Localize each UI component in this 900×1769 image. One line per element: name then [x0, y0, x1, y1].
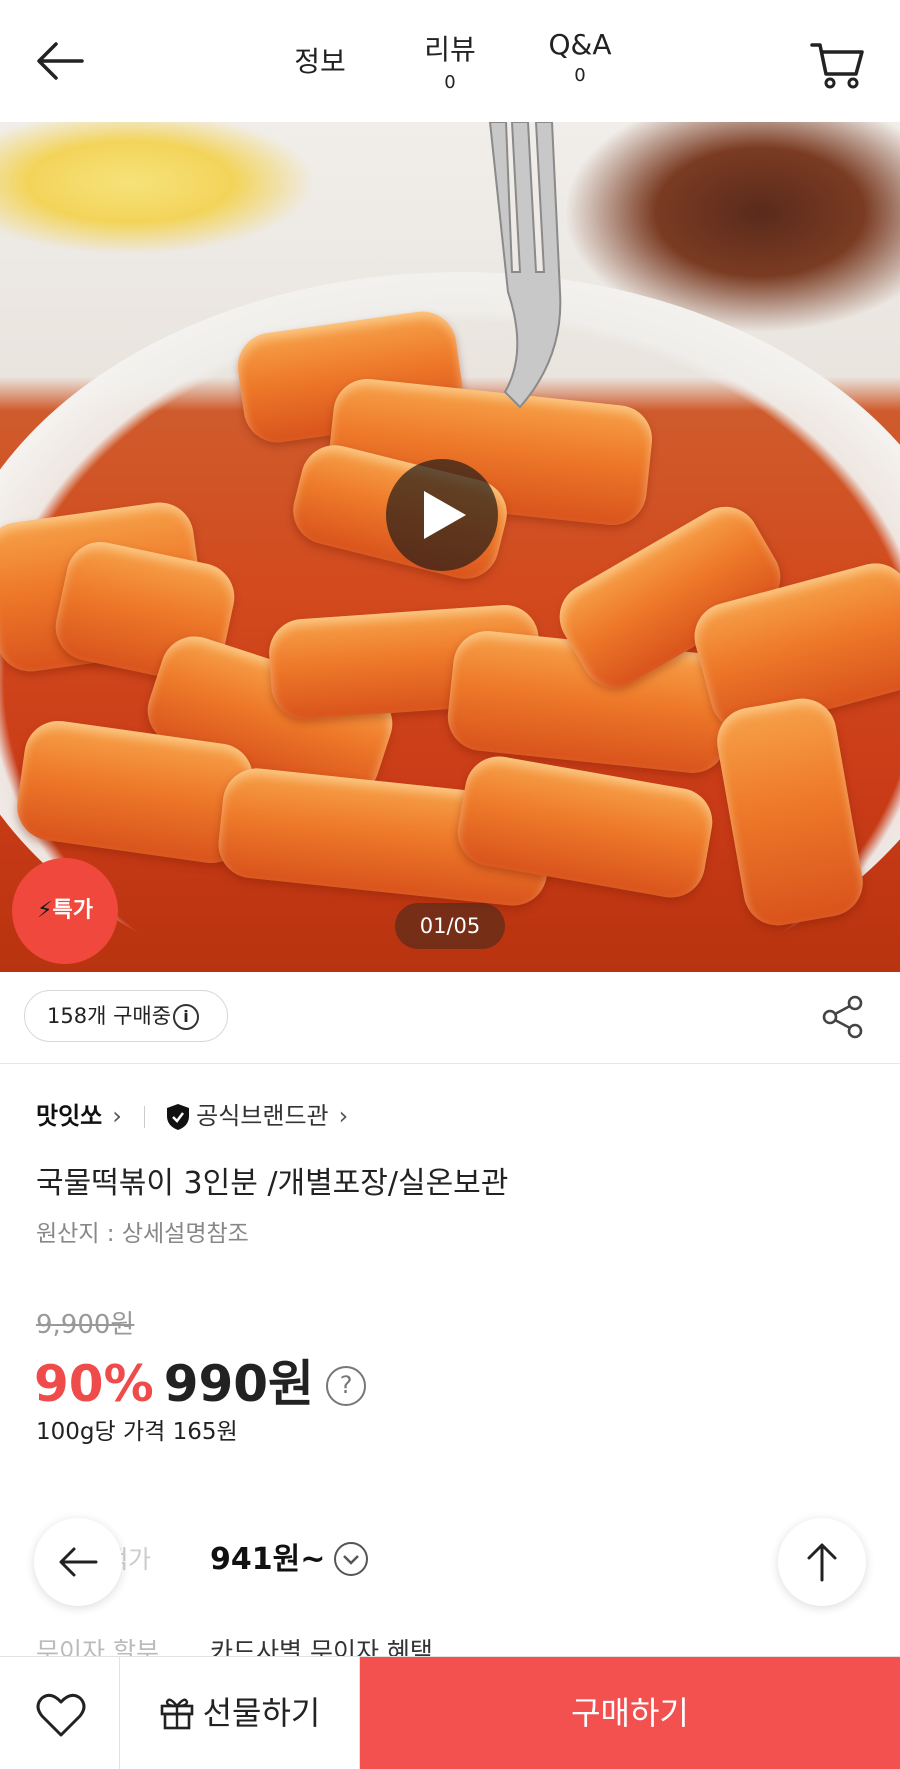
- special-sale-badge: ⚡특가: [12, 858, 118, 964]
- sale-price: 990원: [163, 1355, 315, 1413]
- scroll-to-top-button[interactable]: [778, 1518, 866, 1606]
- fork-shape: [488, 122, 562, 409]
- seller-name-link[interactable]: 맛잇쏘: [36, 1102, 102, 1130]
- chevron-right-icon: ›: [338, 1102, 349, 1130]
- chevron-right-icon: ›: [112, 1102, 122, 1130]
- tab-review-count: 0: [444, 72, 456, 93]
- back-arrow-icon: [59, 1547, 98, 1577]
- buyers-count-text: 158개 구매중: [47, 1004, 172, 1028]
- divider: [143, 1106, 145, 1128]
- cart-icon[interactable]: [810, 40, 866, 90]
- buy-button[interactable]: 구매하기: [360, 1657, 900, 1769]
- tab-qna-label: Q&A: [548, 28, 612, 61]
- share-icon[interactable]: [820, 994, 866, 1040]
- tab-info[interactable]: 정보: [270, 40, 370, 80]
- expand-card-benefit-button[interactable]: [334, 1542, 368, 1576]
- special-sale-label: 특가: [52, 898, 93, 923]
- floating-back-button[interactable]: [34, 1518, 122, 1606]
- product-image-carousel[interactable]: ⚡특가 01/05: [0, 122, 900, 972]
- tab-review[interactable]: 리뷰 0: [400, 28, 500, 93]
- gift-button[interactable]: 선물하기: [120, 1657, 360, 1769]
- wishlist-button[interactable]: [0, 1657, 120, 1769]
- shield-check-icon: [167, 1104, 190, 1130]
- help-icon[interactable]: ?: [326, 1366, 367, 1406]
- buyers-row: 158개 구매중 i: [0, 972, 900, 1064]
- bottom-action-bar: 선물하기 구매하기: [0, 1656, 900, 1769]
- tab-info-label: 정보: [294, 45, 346, 78]
- gift-icon: [160, 1698, 193, 1730]
- info-icon: i: [173, 1004, 200, 1030]
- unit-price: 100g당 가격 165원: [36, 1419, 238, 1445]
- tab-review-label: 리뷰: [424, 33, 476, 66]
- price-row: 90% 990원?: [34, 1344, 367, 1414]
- image-counter: 01/05: [395, 903, 505, 949]
- chevron-down-icon: [343, 1555, 359, 1565]
- back-arrow-icon[interactable]: [34, 38, 86, 84]
- seller-row: 맛잇쏘 › 공식브랜드관 ›: [36, 1096, 348, 1136]
- buyers-count-pill[interactable]: 158개 구매중 i: [24, 990, 229, 1042]
- lightning-icon: ⚡: [37, 898, 53, 923]
- heart-icon: [36, 1693, 86, 1737]
- play-icon: [424, 491, 466, 539]
- play-video-button[interactable]: [386, 459, 498, 571]
- original-price: 9,900원: [36, 1310, 135, 1340]
- card-benefit-price: 941원~: [210, 1542, 326, 1577]
- origin-text: 원산지 : 상세설명참조: [36, 1221, 249, 1247]
- official-brand-link[interactable]: 공식브랜드관: [196, 1102, 328, 1130]
- product-title: 국물떡볶이 3인분 /개별포장/실온보관: [36, 1166, 509, 1201]
- gift-button-label: 선물하기: [202, 1694, 321, 1732]
- tab-qna-count: 0: [574, 65, 586, 86]
- top-nav-bar: 정보 리뷰 0 Q&A 0: [0, 0, 900, 122]
- tab-qna[interactable]: Q&A 0: [530, 28, 630, 86]
- arrow-up-icon: [807, 1543, 837, 1582]
- discount-rate: 90%: [34, 1355, 154, 1413]
